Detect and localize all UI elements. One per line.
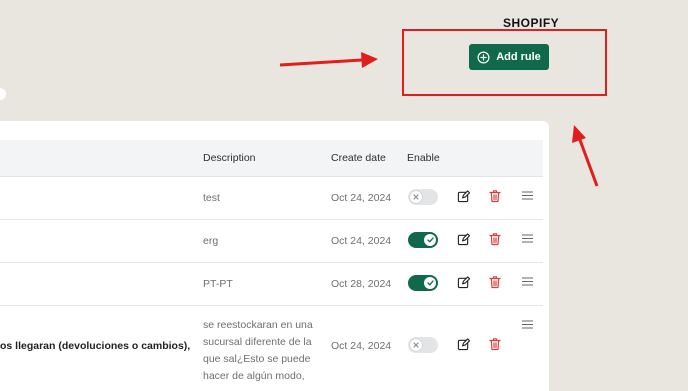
drag-handle[interactable] xyxy=(521,189,533,201)
pencil-icon xyxy=(457,337,470,350)
highlight-box xyxy=(402,29,607,96)
rule-description: erg xyxy=(203,235,219,247)
rule-create-date: Oct 24, 2024 xyxy=(331,340,392,352)
pencil-icon xyxy=(457,189,470,202)
rule-create-date: Oct 24, 2024 xyxy=(331,235,392,247)
rule-create-date: Oct 28, 2024 xyxy=(331,278,392,290)
rule-description: PT-PT xyxy=(203,278,233,290)
partial-control xyxy=(0,88,6,100)
enable-toggle[interactable] xyxy=(408,189,438,205)
rule-description: se reestockaran en una sucursal diferent… xyxy=(203,319,313,382)
delete-button[interactable] xyxy=(488,231,502,247)
arrow-up xyxy=(572,125,599,187)
rule-description: test xyxy=(203,192,220,204)
drag-handle-icon xyxy=(521,319,533,329)
delete-button[interactable] xyxy=(488,274,502,290)
rules-table-card: Description Create date Enable test Oct … xyxy=(0,121,549,391)
drag-handle[interactable] xyxy=(521,275,533,287)
rule-create-date: Oct 24, 2024 xyxy=(331,192,392,204)
enable-toggle[interactable] xyxy=(408,337,438,353)
check-icon xyxy=(424,234,436,246)
column-description: Description xyxy=(203,152,256,164)
table-row: PT-PT Oct 28, 2024 xyxy=(0,262,543,306)
table-row: erg Oct 24, 2024 xyxy=(0,219,543,263)
edit-button[interactable] xyxy=(456,336,470,352)
drag-handle-icon xyxy=(521,190,533,200)
table-row: test Oct 24, 2024 xyxy=(0,176,543,220)
drag-handle[interactable] xyxy=(521,318,533,330)
drag-handle-icon xyxy=(521,233,533,243)
delete-button[interactable] xyxy=(488,188,502,204)
enable-toggle[interactable] xyxy=(408,275,438,291)
trash-icon xyxy=(489,233,501,246)
edit-button[interactable] xyxy=(456,188,470,204)
trash-icon xyxy=(489,276,501,289)
edit-button[interactable] xyxy=(456,274,470,290)
pencil-icon xyxy=(457,232,470,245)
delete-button[interactable] xyxy=(488,336,502,352)
column-enable: Enable xyxy=(407,152,440,164)
rule-title: os llegaran (devoluciones o cambios), xyxy=(0,340,191,352)
arrow-right xyxy=(279,52,378,68)
column-create-date: Create date xyxy=(331,152,386,164)
table-header: Description Create date Enable xyxy=(0,140,543,177)
table-row: os llegaran (devoluciones o cambios), se… xyxy=(0,305,543,391)
store-name: SHOPIFY xyxy=(503,16,560,30)
x-icon xyxy=(410,339,422,351)
trash-icon xyxy=(489,338,501,351)
trash-icon xyxy=(489,190,501,203)
drag-handle-icon xyxy=(521,276,533,286)
drag-handle[interactable] xyxy=(521,232,533,244)
check-icon xyxy=(424,277,436,289)
enable-toggle[interactable] xyxy=(408,232,438,248)
x-icon xyxy=(410,191,422,203)
edit-button[interactable] xyxy=(456,231,470,247)
pencil-icon xyxy=(457,275,470,288)
